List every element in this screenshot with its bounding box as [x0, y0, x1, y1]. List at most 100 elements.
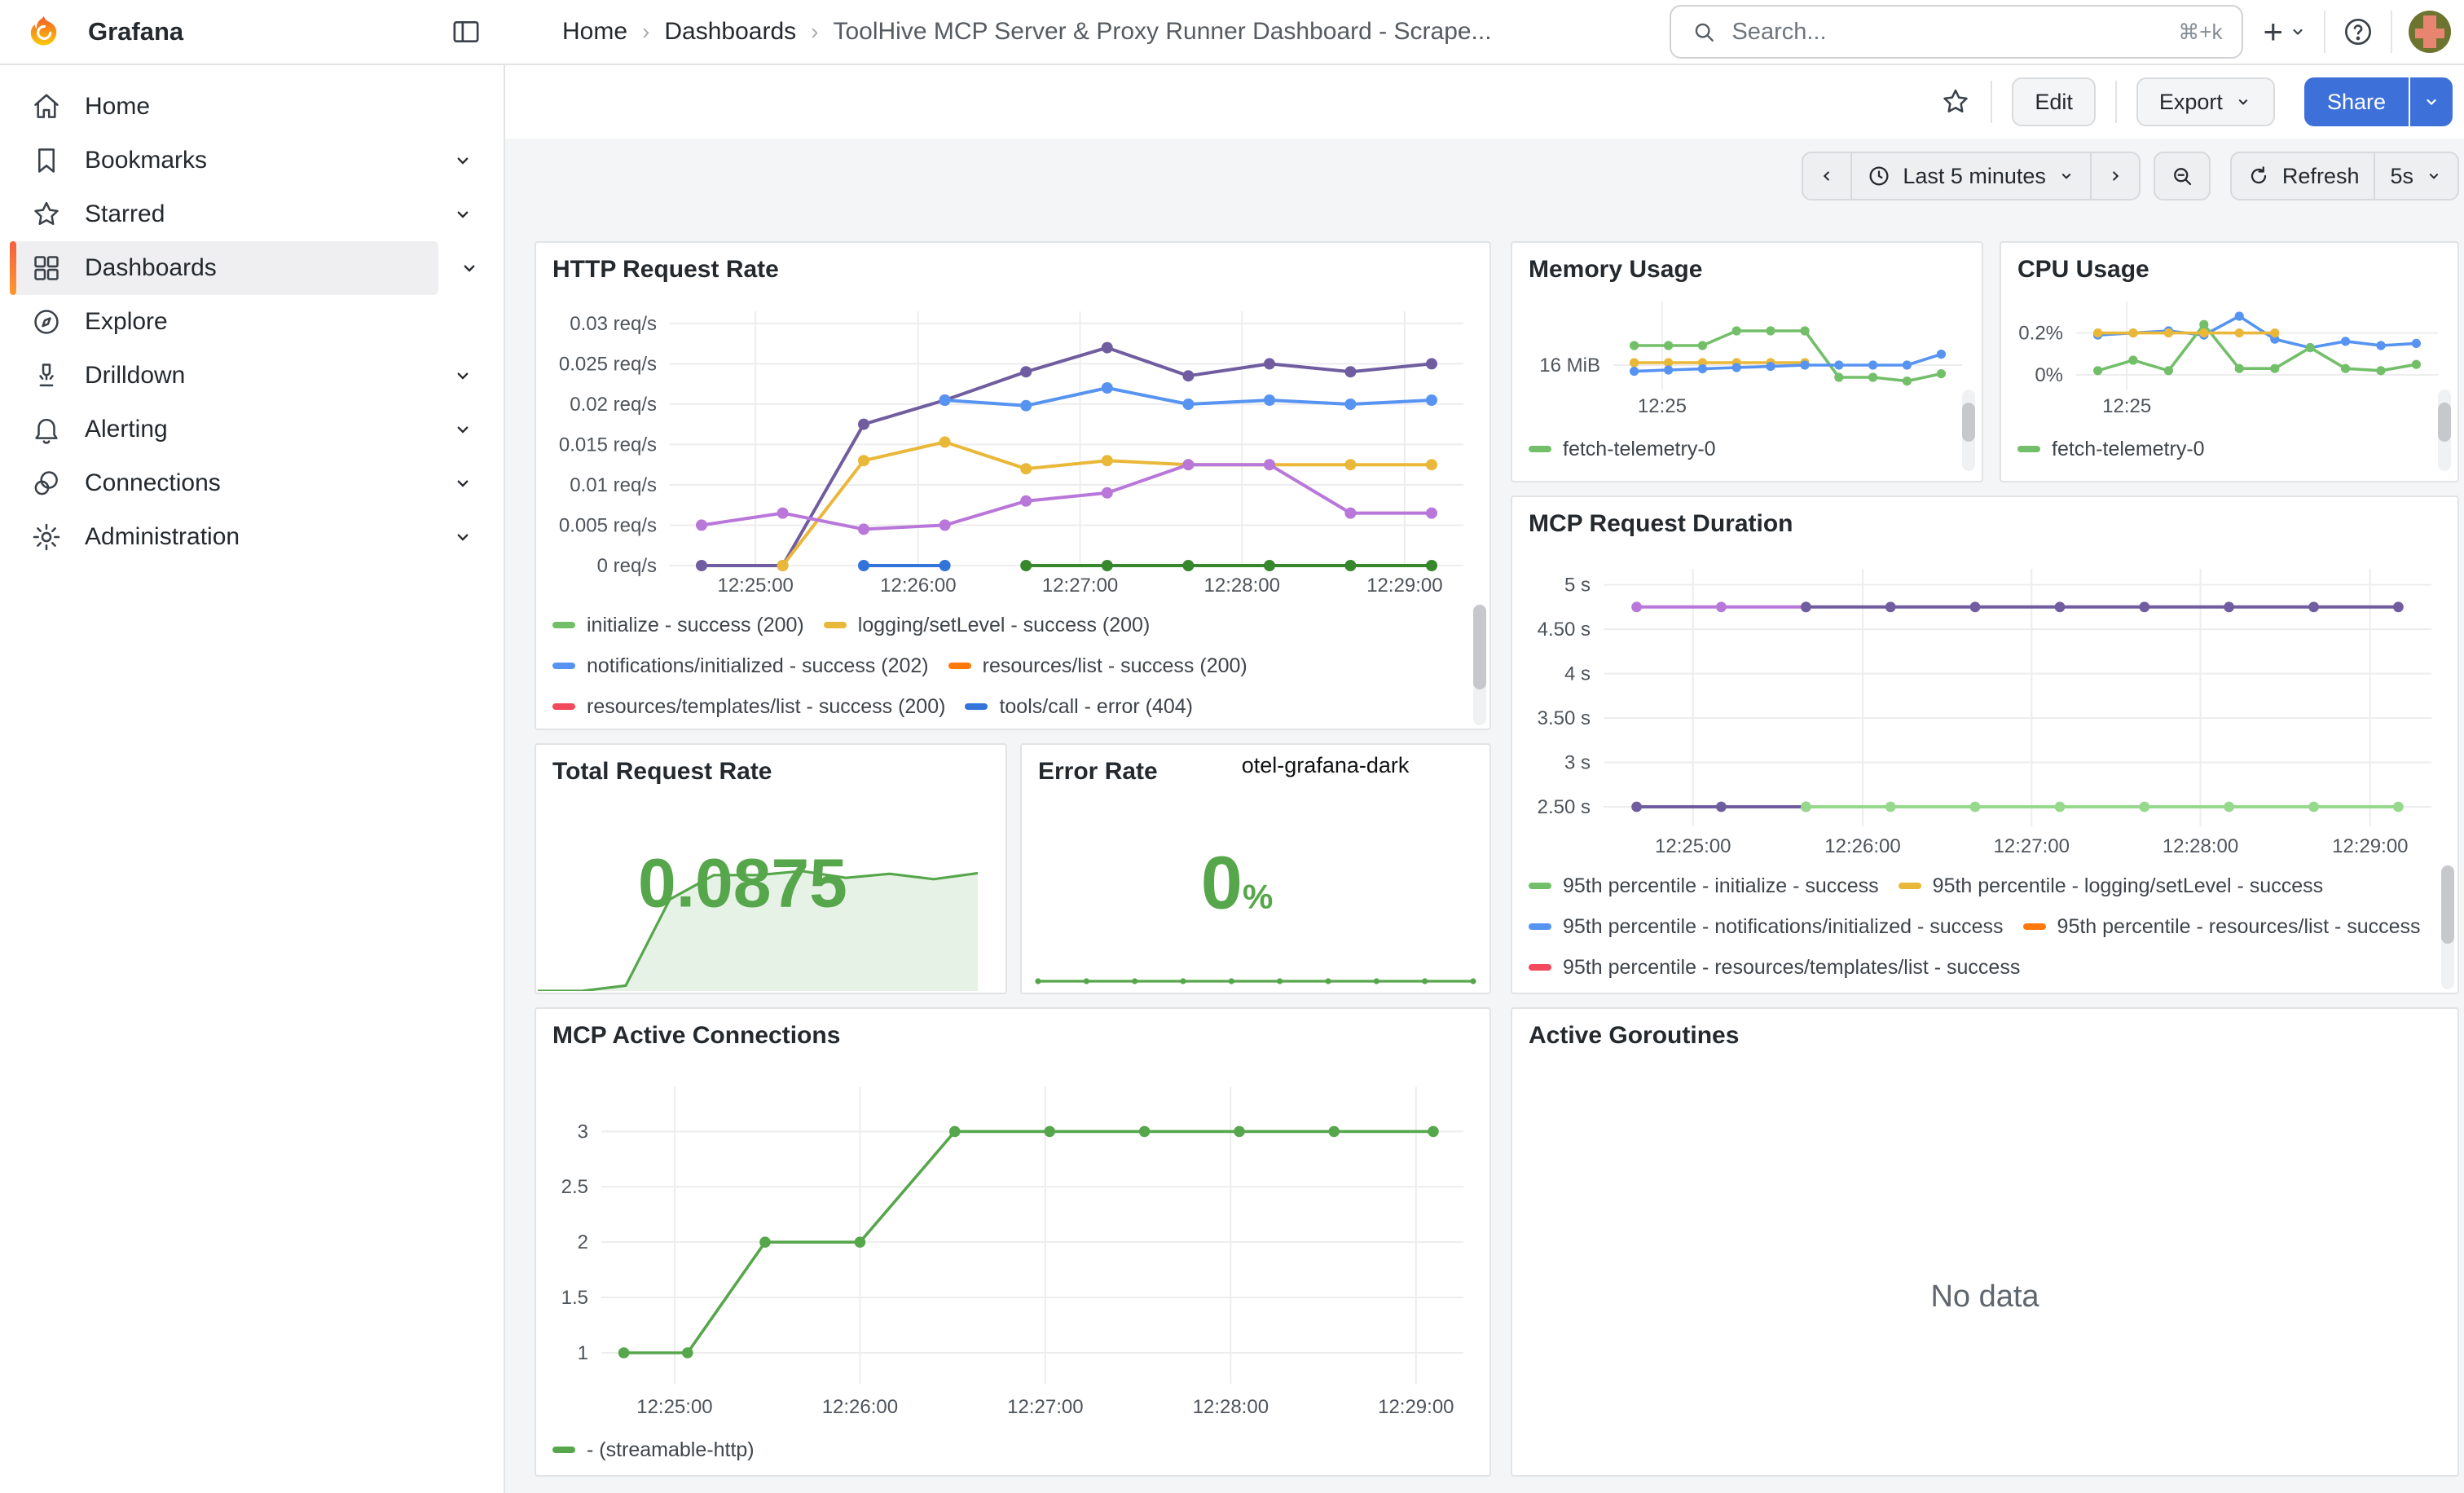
svg-text:2.50 s: 2.50 s — [1538, 796, 1591, 818]
legend-item[interactable]: 95th percentile - initialize - success — [1529, 865, 1879, 906]
grafana-logo-icon — [26, 14, 62, 50]
sidebar-item-alerting[interactable]: Alerting — [10, 403, 487, 456]
svg-text:12:28:00: 12:28:00 — [1193, 1396, 1269, 1418]
svg-text:0.2%: 0.2% — [2018, 323, 2063, 345]
user-avatar[interactable] — [2409, 11, 2451, 53]
edit-button[interactable]: Edit — [2012, 77, 2096, 126]
sidebar-item-home[interactable]: Home — [10, 80, 487, 134]
refresh-button[interactable]: Refresh — [2230, 152, 2376, 200]
legend-swatch — [552, 1447, 575, 1453]
no-data-message: No data — [1512, 1279, 2457, 1315]
svg-text:12:27:00: 12:27:00 — [1042, 575, 1118, 597]
gear-icon — [31, 522, 62, 553]
cpu-usage-legend: fetch-telemetry-0 — [2017, 429, 2417, 469]
sidebar-item-starred[interactable]: Starred — [10, 187, 487, 241]
svg-text:12:26:00: 12:26:00 — [1824, 835, 1900, 857]
divider — [2115, 81, 2117, 123]
legend-item[interactable]: tools/call - error (404) — [965, 686, 1193, 727]
dashboard-canvas: Last 5 minutes Refresh — [505, 139, 2464, 1493]
sidebar-item-bookmarks[interactable]: Bookmarks — [10, 134, 487, 187]
sidebar-collapse-icon[interactable] — [450, 15, 482, 48]
legend-swatch — [965, 703, 988, 710]
sidebar-item-administration[interactable]: Administration — [10, 510, 487, 564]
plus-icon: + — [2263, 15, 2283, 48]
panel-title[interactable]: HTTP Request Rate — [536, 243, 1489, 285]
legend-swatch — [1529, 923, 1551, 930]
legend-item[interactable]: - (streamable-http) — [552, 1429, 755, 1470]
svg-text:12:29:00: 12:29:00 — [2332, 835, 2408, 857]
legend-scrollbar-thumb[interactable] — [2438, 403, 2451, 442]
sidebar-menu: HomeBookmarksStarredDashboardsExploreDri… — [0, 80, 504, 564]
zoom-out-button[interactable] — [2154, 152, 2211, 200]
legend-item[interactable]: logging/setLevel - success (200) — [824, 605, 1151, 645]
mcp-active-connections-chart[interactable]: 12:25:0012:26:0012:27:0012:28:0012:29:00… — [543, 1064, 1486, 1420]
help-button[interactable] — [2342, 15, 2374, 48]
time-forward-button[interactable] — [2090, 152, 2141, 200]
panel-title[interactable]: Memory Usage — [1512, 243, 1982, 285]
search-placeholder: Search... — [1731, 19, 1826, 46]
memory-usage-chart[interactable]: 12:2516 MiB — [1516, 288, 1978, 419]
svg-text:12:25: 12:25 — [1638, 395, 1687, 417]
panel-title[interactable]: Total Request Rate — [536, 745, 1005, 787]
svg-text:1.5: 1.5 — [561, 1287, 588, 1309]
legend-item[interactable]: 95th percentile - notifications/initiali… — [1529, 906, 2004, 947]
chevron-down-icon — [451, 149, 474, 172]
error-rate-sparkline — [1035, 967, 1476, 986]
export-button[interactable]: Export — [2136, 77, 2275, 126]
legend-scrollbar-thumb[interactable] — [1962, 403, 1975, 442]
svg-text:12:25:00: 12:25:00 — [636, 1396, 712, 1418]
panel-title[interactable]: MCP Active Connections — [536, 1009, 1489, 1051]
panel-mcp-request-duration: MCP Request Duration 12:25:0012:26:0012:… — [1511, 495, 2459, 994]
legend-item[interactable]: tools/call - success (200) — [552, 727, 811, 730]
legend-item[interactable]: resources/list - success (200) — [948, 645, 1247, 686]
sidebar-item-connections[interactable]: Connections — [10, 456, 487, 510]
legend-item[interactable]: notifications/initialized - success (202… — [552, 645, 929, 686]
svg-text:12:28:00: 12:28:00 — [1204, 575, 1280, 597]
http-request-rate-chart[interactable]: 12:25:0012:26:0012:27:0012:28:0012:29:00… — [543, 295, 1486, 598]
legend-item[interactable]: tools/list - success (200) — [830, 727, 1083, 730]
legend-item[interactable]: unknown - success (200) — [1102, 727, 1363, 730]
mcp-request-duration-chart[interactable]: 12:25:0012:26:0012:27:0012:28:0012:29:00… — [1519, 549, 2454, 859]
divider — [2391, 11, 2392, 53]
breadcrumb-separator-icon: › — [642, 19, 649, 45]
legend-item[interactable]: 95th percentile - resources/list - succe… — [2023, 906, 2421, 947]
refresh-interval-picker[interactable]: 5s — [2374, 152, 2459, 200]
favorite-star-icon[interactable] — [1940, 86, 1971, 117]
breadcrumb-item[interactable]: Dashboards — [664, 18, 796, 46]
legend-scrollbar-thumb[interactable] — [1473, 605, 1486, 689]
panel-title[interactable]: CPU Usage — [2001, 243, 2457, 285]
cpu-usage-chart[interactable]: 12:250.2%0% — [2004, 288, 2454, 419]
chevron-down-icon — [451, 418, 474, 441]
svg-text:0.02 req/s: 0.02 req/s — [570, 394, 657, 416]
legend-item[interactable]: fetch-telemetry-0 — [1529, 429, 1716, 469]
legend-swatch — [2023, 923, 2046, 930]
memory-usage-legend: fetch-telemetry-0 — [1529, 429, 1936, 469]
time-range-picker[interactable]: Last 5 minutes — [1850, 152, 2092, 200]
sidebar-item-explore[interactable]: Explore — [10, 295, 487, 349]
panel-title[interactable]: Active Goroutines — [1512, 1009, 2457, 1051]
legend-scrollbar-thumb[interactable] — [2441, 865, 2454, 944]
chevron-down-icon — [2425, 167, 2443, 185]
breadcrumb-item[interactable]: Home — [562, 18, 627, 46]
svg-text:12:25:00: 12:25:00 — [717, 575, 793, 597]
time-back-button[interactable] — [1802, 152, 1852, 200]
sidebar-item-dashboards[interactable]: Dashboards — [10, 241, 438, 295]
panel-total-request-rate: Total Request Rate 0.0875 — [535, 743, 1007, 994]
share-options-button[interactable] — [2410, 77, 2453, 126]
add-new-button[interactable]: + — [2263, 15, 2308, 48]
legend-item[interactable]: initialize - success (200) — [552, 605, 804, 645]
chevron-down-icon — [451, 526, 474, 548]
drilldown-icon — [31, 360, 62, 391]
legend-item[interactable]: resources/templates/list - success (200) — [552, 686, 945, 727]
legend-item[interactable]: fetch-telemetry-0 — [2017, 429, 2205, 469]
panel-mcp-active-connections: MCP Active Connections 12:25:0012:26:001… — [535, 1007, 1491, 1477]
search-input[interactable]: Search... ⌘+k — [1670, 5, 2243, 59]
chevron-down-icon — [458, 257, 481, 280]
chevron-down-icon — [2057, 167, 2075, 185]
panel-title[interactable]: MCP Request Duration — [1512, 497, 2457, 540]
sidebar-item-drilldown[interactable]: Drilldown — [10, 349, 487, 403]
share-button[interactable]: Share — [2304, 77, 2409, 126]
connections-icon — [31, 468, 62, 499]
legend-item[interactable]: 95th percentile - resources/templates/li… — [1529, 947, 2020, 988]
legend-item[interactable]: 95th percentile - logging/setLevel - suc… — [1899, 865, 2323, 906]
